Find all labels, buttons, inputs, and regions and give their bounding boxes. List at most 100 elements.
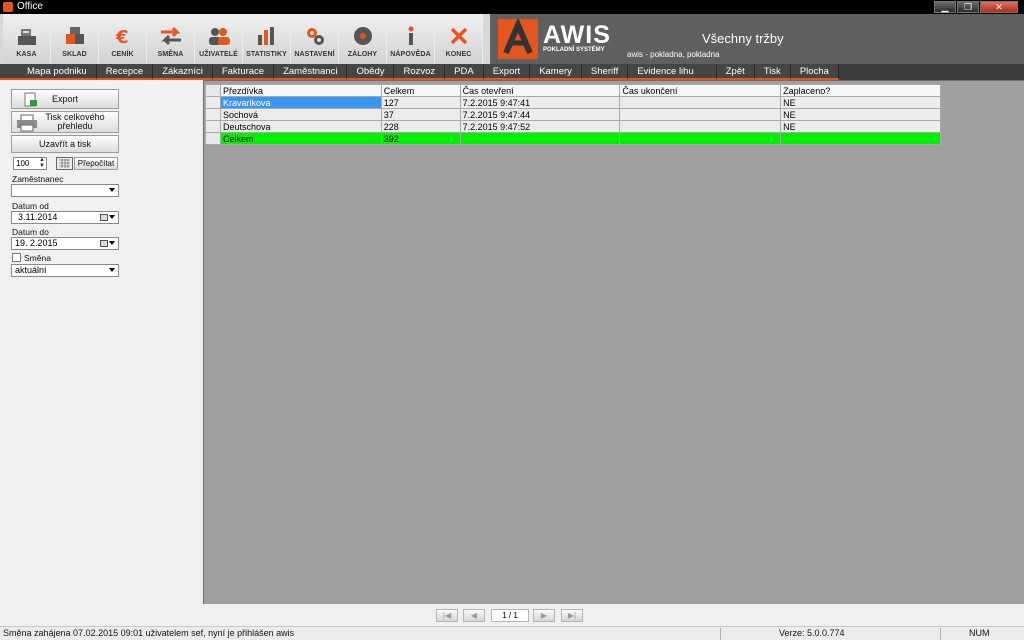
- row-header[interactable]: [205, 96, 221, 109]
- chevron-down-icon: [109, 188, 115, 192]
- recalculate-button[interactable]: Přepočítat: [74, 157, 118, 170]
- sales-table: Přezdívka Celkem Čas otevření Čas ukonče…: [205, 84, 941, 145]
- shift-select[interactable]: aktuální: [11, 264, 119, 277]
- menu-pda[interactable]: PDA: [445, 64, 484, 80]
- row-header: [205, 132, 221, 145]
- date-to-label: Datum do: [12, 227, 49, 237]
- next-page-button[interactable]: ▶: [533, 609, 555, 622]
- close-and-print-button[interactable]: Uzavřít a tisk: [11, 135, 119, 153]
- count-spinner[interactable]: 100 ▲ ▼: [13, 157, 47, 170]
- close-x-icon: [447, 25, 471, 47]
- status-shift-info: Směna zahájena 07.02.2015 09:01 uživatel…: [3, 628, 295, 638]
- row-header[interactable]: [205, 108, 221, 121]
- cell-paid[interactable]: NE: [780, 120, 941, 133]
- gears-icon: [303, 25, 327, 47]
- cell-opened[interactable]: 7.2.2015 9:47:52: [459, 120, 621, 133]
- employee-select[interactable]: [11, 184, 119, 197]
- column-header-paid[interactable]: Zaplaceno?: [780, 84, 941, 97]
- menu-plocha[interactable]: Plocha: [790, 64, 839, 80]
- close-button[interactable]: ✕: [980, 1, 1018, 13]
- column-header-closed[interactable]: Čas ukončení: [619, 84, 782, 97]
- column-header-opened[interactable]: Čas otevření: [459, 84, 621, 97]
- print-overview-label-2: přehledu: [57, 121, 93, 131]
- logged-user-info: awis - pokladna, pokladna: [627, 50, 720, 59]
- toolbar-napoveda-button[interactable]: NÁPOVĚDA: [387, 14, 435, 64]
- prev-page-button[interactable]: ◀: [463, 609, 485, 622]
- title-bar: Office ▁ ❐ ✕: [0, 0, 1024, 14]
- info-icon: [399, 25, 423, 47]
- cell-paid[interactable]: NE: [780, 96, 941, 109]
- toolbar-sklad-button[interactable]: SKLAD: [51, 14, 99, 64]
- menu-sheriff[interactable]: Sheriff: [581, 64, 629, 80]
- left-panel: Export Tisk celkového přehledu Uzavřít a…: [0, 80, 203, 626]
- toolbar-statistiky-button[interactable]: STATISTIKY: [243, 14, 291, 64]
- table-row[interactable]: Deutschova 228 7.2.2015 9:47:52 NE: [205, 120, 941, 133]
- menu-zpet[interactable]: Zpět: [716, 64, 755, 80]
- last-page-button[interactable]: ▶|: [561, 609, 583, 622]
- column-header-nickname[interactable]: Přezdívka: [219, 84, 382, 97]
- total-value: 392: [380, 132, 461, 145]
- column-header-total[interactable]: Celkem: [380, 84, 461, 97]
- users-icon: [207, 25, 231, 47]
- shift-label: Směna: [24, 253, 51, 263]
- spinner-arrows-icon[interactable]: ▲ ▼: [39, 157, 45, 169]
- menu-zakaznici[interactable]: Zákazníci: [153, 64, 213, 80]
- toolbar-konec-button[interactable]: KONEC: [435, 14, 483, 64]
- cell-opened[interactable]: 7.2.2015 9:47:41: [459, 96, 621, 109]
- cell-nickname[interactable]: Deutschova: [219, 120, 382, 133]
- cell-total[interactable]: 127: [380, 96, 461, 109]
- row-header[interactable]: [205, 120, 221, 133]
- cell-opened[interactable]: 7.2.2015 9:47:44: [459, 108, 621, 121]
- menu-evidence-lihu[interactable]: Evidence lihu: [628, 64, 717, 80]
- date-to-field[interactable]: 19. 2.2015: [11, 237, 119, 250]
- window-title: Office: [17, 1, 43, 12]
- export-button[interactable]: Export: [11, 89, 119, 109]
- status-divider: [940, 628, 941, 640]
- table-row[interactable]: Sochová 37 7.2.2015 9:47:44 NE: [205, 108, 941, 121]
- cell-total[interactable]: 228: [380, 120, 461, 133]
- menu-rozvoz[interactable]: Rozvoz: [394, 64, 446, 80]
- menu-zamestnanci[interactable]: Zaměstnanci: [274, 64, 348, 80]
- toolbar-nastaveni-button[interactable]: NASTAVENÍ: [291, 14, 339, 64]
- export-label: Export: [51, 94, 78, 104]
- menu-export[interactable]: Export: [483, 64, 531, 80]
- menu-recepce[interactable]: Recepce: [96, 64, 154, 80]
- brand-name: AWIS: [543, 21, 611, 49]
- table-row[interactable]: Kravarikova 127 7.2.2015 9:47:41 NE: [205, 96, 941, 109]
- cell-closed[interactable]: [619, 120, 782, 133]
- cell-nickname[interactable]: Sochová: [219, 108, 382, 121]
- cell-paid[interactable]: NE: [780, 108, 941, 121]
- cell-total[interactable]: 37: [380, 108, 461, 121]
- first-page-button[interactable]: |◀: [436, 609, 458, 622]
- date-from-field[interactable]: 3.11.2014: [11, 211, 119, 224]
- chevron-down-icon[interactable]: [109, 241, 115, 245]
- total-label: Celkem: [219, 132, 382, 145]
- toolbar-zalohy-button[interactable]: ZÁLOHY: [339, 14, 387, 64]
- svg-text:€: €: [115, 27, 129, 46]
- brand-header: AWIS POKLADNÍ SYSTÉMY Všechny tržby awis…: [490, 14, 1024, 64]
- calendar-icon[interactable]: [100, 240, 108, 247]
- pager: |◀ ◀ 1 / 1 ▶ ▶|: [0, 604, 1024, 626]
- minimize-button[interactable]: ▁: [934, 1, 956, 13]
- cell-closed[interactable]: [619, 108, 782, 121]
- menu-obedy[interactable]: Obědy: [347, 64, 395, 80]
- toolbar-uzivatele-button[interactable]: UŽIVATELÉ: [195, 14, 243, 64]
- swap-arrows-icon: [159, 25, 183, 47]
- maximize-button[interactable]: ❐: [957, 1, 979, 13]
- menu-tisk[interactable]: Tisk: [754, 64, 791, 80]
- chevron-down-icon[interactable]: [109, 215, 115, 219]
- menu-mapa-podniku[interactable]: Mapa podniku: [0, 64, 97, 80]
- toolbar-smena-button[interactable]: SMĚNA: [147, 14, 195, 64]
- menu-fakturace[interactable]: Fakturace: [212, 64, 275, 80]
- total-empty: [619, 132, 782, 145]
- menu-kamery[interactable]: Kamery: [530, 64, 582, 80]
- application-window: Office ▁ ❐ ✕ KASA SKLAD € CENÍK SMĚNA UŽ…: [0, 0, 1024, 640]
- cell-nickname[interactable]: Kravarikova: [219, 96, 382, 109]
- toolbar-kasa-button[interactable]: KASA: [3, 14, 51, 64]
- cell-closed[interactable]: [619, 96, 782, 109]
- shift-checkbox[interactable]: [12, 253, 21, 262]
- main-toolbar: KASA SKLAD € CENÍK SMĚNA UŽIVATELÉ STATI…: [0, 14, 490, 64]
- toolbar-cenik-button[interactable]: € CENÍK: [99, 14, 147, 64]
- calendar-icon[interactable]: [100, 214, 108, 221]
- print-overview-button[interactable]: Tisk celkového přehledu: [11, 111, 119, 133]
